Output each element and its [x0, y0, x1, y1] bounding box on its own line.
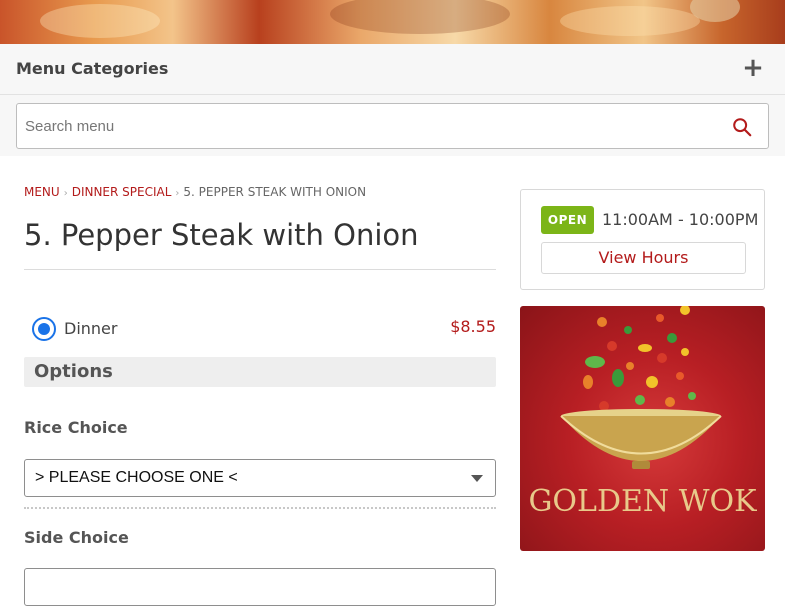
breadcrumb-separator-icon: › — [63, 188, 68, 199]
size-price: $8.55 — [450, 317, 496, 336]
search-icon[interactable] — [731, 116, 753, 138]
size-label: Dinner — [64, 319, 118, 338]
chevron-down-icon — [471, 475, 483, 482]
view-hours-button[interactable]: View Hours — [541, 242, 746, 274]
side-choice-select[interactable] — [24, 568, 496, 606]
logo-text: GOLDEN WOK — [528, 484, 757, 519]
breadcrumb-dinner-special-link[interactable]: DINNER SPECIAL — [72, 185, 172, 199]
options-title: Options — [34, 361, 113, 382]
rice-choice-select[interactable]: > PLEASE CHOOSE ONE < — [24, 459, 496, 497]
size-option-row[interactable]: Dinner $8.55 — [24, 310, 496, 346]
hero-banner-image — [0, 0, 785, 44]
restaurant-logo: GOLDEN WOK — [520, 306, 765, 551]
expand-plus-icon[interactable]: + — [741, 54, 765, 82]
menu-categories-bar[interactable]: Menu Categories + — [0, 44, 785, 95]
dotted-divider — [24, 507, 496, 509]
side-choice-label: Side Choice — [24, 528, 129, 547]
open-status-badge: OPEN — [541, 206, 594, 234]
breadcrumb-menu-link[interactable]: MENU — [24, 185, 60, 199]
hours-range: 11:00AM - 10:00PM — [602, 210, 759, 229]
hours-card: OPEN 11:00AM - 10:00PM View Hours — [520, 189, 765, 290]
rice-choice-selected-value: > PLEASE CHOOSE ONE < — [35, 469, 238, 486]
search-section — [0, 95, 785, 156]
radio-selected-dot — [38, 323, 50, 335]
divider — [24, 269, 496, 270]
size-radio-button[interactable] — [32, 317, 56, 341]
rice-choice-label: Rice Choice — [24, 418, 128, 437]
breadcrumb-separator-icon: › — [175, 188, 180, 199]
menu-categories-title: Menu Categories — [16, 59, 169, 78]
breadcrumb: MENU › DINNER SPECIAL › 5. PEPPER STEAK WITH… — [24, 185, 366, 199]
search-box — [16, 103, 769, 149]
item-title: 5. Pepper Steak with Onion — [24, 218, 419, 252]
breadcrumb-current: 5. PEPPER STEAK WITH ONION — [183, 185, 367, 199]
options-header: Options — [24, 357, 496, 387]
search-input[interactable] — [25, 104, 705, 148]
